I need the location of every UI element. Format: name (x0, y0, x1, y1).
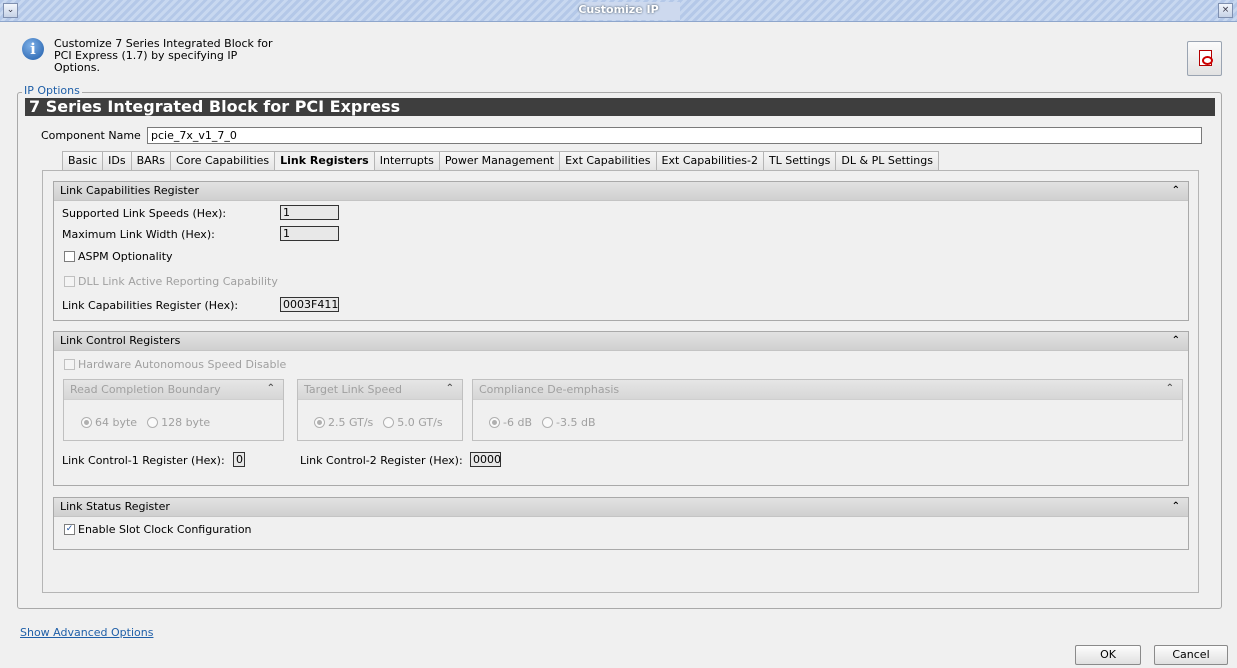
dll-link-active-checkbox[interactable]: DLL Link Active Reporting Capability (64, 275, 278, 288)
enable-slot-clock-checkbox[interactable]: ✓ Enable Slot Clock Configuration (64, 523, 252, 536)
supported-link-speeds-label: Supported Link Speeds (Hex): (62, 207, 227, 220)
max-link-width-label: Maximum Link Width (Hex): (62, 228, 215, 241)
tab-power-management[interactable]: Power Management (438, 151, 561, 170)
title-bar: Customize IP ⌄ × (0, 0, 1237, 22)
tab-ids[interactable]: IDs (102, 151, 132, 170)
collapse-icon[interactable]: ⌃ (1172, 498, 1180, 516)
tab-bar: Basic IDs BARs Core Capabilities Link Re… (62, 151, 939, 171)
supported-link-speeds-field[interactable]: 1 (280, 205, 339, 220)
tab-core-capabilities[interactable]: Core Capabilities (170, 151, 276, 170)
section-title: Link Capabilities Register (60, 184, 199, 197)
collapse-icon[interactable]: ⌃ (1166, 380, 1174, 398)
tab-link-registers[interactable]: Link Registers (274, 151, 375, 171)
collapse-icon[interactable]: ⌃ (1172, 332, 1180, 350)
window-title: Customize IP (578, 3, 659, 16)
tab-ext-capabilities-2[interactable]: Ext Capabilities-2 (655, 151, 764, 170)
collapse-icon[interactable]: ⌃ (446, 380, 454, 398)
pdf-doc-button[interactable] (1187, 41, 1222, 76)
component-name-input[interactable] (147, 127, 1202, 144)
tab-bars[interactable]: BARs (130, 151, 172, 170)
component-name-label: Component Name (41, 129, 141, 142)
ip-options-legend: IP Options (22, 84, 82, 97)
compliance-de-emphasis-group: Compliance De-emphasis ⌃ (472, 379, 1183, 441)
cde-6db-radio[interactable]: -6 dB (489, 416, 532, 429)
collapse-icon[interactable]: ⌃ (267, 380, 275, 398)
tab-basic[interactable]: Basic (62, 151, 104, 170)
tls-radio-group: 2.5 GT/s 5.0 GT/s (314, 416, 453, 429)
cde-radio-group: -6 dB -3.5 dB (489, 416, 606, 429)
rcb-radio-group: 64 byte 128 byte (81, 416, 220, 429)
link-control-2-field[interactable]: 0000 (470, 452, 501, 467)
header-description: Customize 7 Series Integrated Block for … (54, 37, 273, 74)
rcb-64-radio[interactable]: 64 byte (81, 416, 137, 429)
section-title: Link Control Registers (60, 334, 181, 347)
tls-2-5-radio[interactable]: 2.5 GT/s (314, 416, 373, 429)
link-control-1-label: Link Control-1 Register (Hex): (62, 454, 225, 467)
show-advanced-options-link[interactable]: Show Advanced Options (20, 626, 153, 639)
cancel-button[interactable]: Cancel (1154, 645, 1228, 665)
cde-3-5db-radio[interactable]: -3.5 dB (542, 416, 596, 429)
pdf-icon (1199, 50, 1213, 66)
aspm-optionality-checkbox[interactable]: ASPM Optionality (64, 250, 173, 263)
target-link-speed-group: Target Link Speed ⌃ (297, 379, 463, 441)
tls-5-0-radio[interactable]: 5.0 GT/s (383, 416, 443, 429)
link-control-1-field[interactable]: 0 (233, 452, 245, 467)
tab-dl-pl-settings[interactable]: DL & PL Settings (835, 151, 939, 170)
ip-banner: 7 Series Integrated Block for PCI Expres… (25, 98, 1215, 116)
hw-autonomous-speed-disable-checkbox[interactable]: Hardware Autonomous Speed Disable (64, 358, 286, 371)
chevron-down-icon[interactable]: ⌄ (3, 3, 18, 18)
link-control-2-label: Link Control-2 Register (Hex): (300, 454, 463, 467)
link-capabilities-register-label: Link Capabilities Register (Hex): (62, 299, 239, 312)
tab-interrupts[interactable]: Interrupts (373, 151, 440, 170)
info-icon: i (22, 38, 44, 60)
link-capabilities-register-field[interactable]: 0003F411 (280, 297, 339, 312)
ok-button[interactable]: OK (1075, 645, 1141, 665)
collapse-icon[interactable]: ⌃ (1172, 182, 1180, 200)
max-link-width-field[interactable]: 1 (280, 226, 339, 241)
close-icon[interactable]: × (1218, 3, 1233, 18)
rcb-128-radio[interactable]: 128 byte (147, 416, 210, 429)
read-completion-boundary-group: Read Completion Boundary ⌃ (63, 379, 284, 441)
tab-ext-capabilities[interactable]: Ext Capabilities (559, 151, 657, 170)
section-title: Link Status Register (60, 500, 170, 513)
tab-tl-settings[interactable]: TL Settings (762, 151, 837, 170)
